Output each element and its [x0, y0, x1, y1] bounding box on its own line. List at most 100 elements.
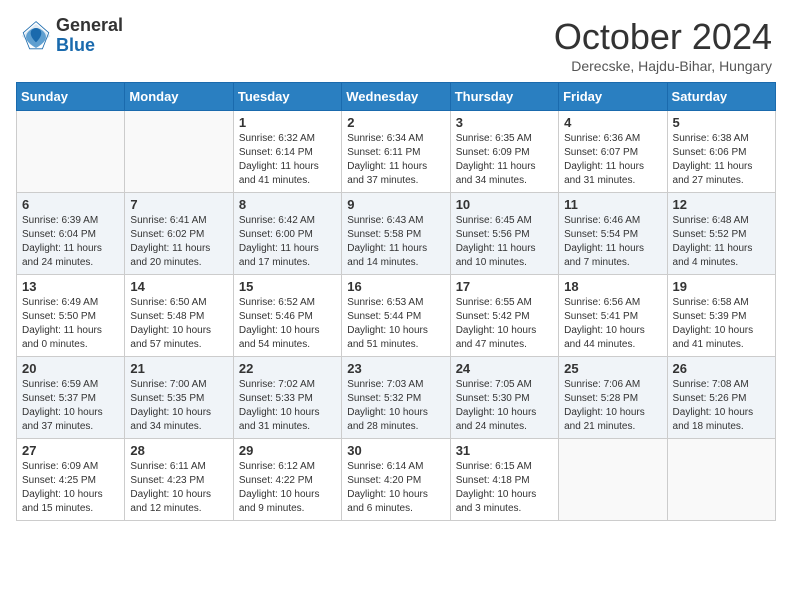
calendar-cell: 4 Sunrise: 6:36 AMSunset: 6:07 PMDaylight…: [559, 111, 667, 193]
calendar-cell: 16 Sunrise: 6:53 AMSunset: 5:44 PMDayligh…: [342, 275, 450, 357]
day-info: Sunrise: 6:59 AMSunset: 5:37 PMDaylight:…: [22, 378, 119, 434]
day-info: Sunrise: 6:36 AMSunset: 6:07 PMDaylight:…: [564, 132, 661, 188]
calendar-cell: 7 Sunrise: 6:41 AMSunset: 6:02 PMDaylight…: [125, 193, 233, 275]
day-info: Sunrise: 6:52 AMSunset: 5:46 PMDaylight:…: [239, 296, 336, 352]
day-number: 31: [456, 443, 553, 458]
day-info: Sunrise: 6:45 AMSunset: 5:56 PMDaylight:…: [456, 214, 553, 270]
day-number: 18: [564, 279, 661, 294]
calendar-cell: 20Sunrise: 6:59 AMSunset: 5:37 PMDayligh…: [17, 357, 125, 439]
day-info: Sunrise: 6:35 AMSunset: 6:09 PMDaylight:…: [456, 132, 553, 188]
day-info: Sunrise: 7:08 AMSunset: 5:26 PMDaylight:…: [673, 378, 770, 434]
location: Derecske, Hajdu-Bihar, Hungary: [554, 58, 772, 74]
weekday-header-tuesday: Tuesday: [233, 83, 341, 111]
day-number: 25: [564, 361, 661, 376]
day-number: 4: [564, 115, 661, 130]
day-info: Sunrise: 6:14 AMSunset: 4:20 PMDaylight:…: [347, 460, 444, 516]
weekday-header-wednesday: Wednesday: [342, 83, 450, 111]
logo-general: General: [56, 16, 123, 36]
calendar-cell: 22Sunrise: 7:02 AMSunset: 5:33 PMDayligh…: [233, 357, 341, 439]
day-info: Sunrise: 6:43 AMSunset: 5:58 PMDaylight:…: [347, 214, 444, 270]
day-number: 29: [239, 443, 336, 458]
day-number: 22: [239, 361, 336, 376]
day-info: Sunrise: 6:41 AMSunset: 6:02 PMDaylight:…: [130, 214, 227, 270]
calendar-cell: 19 Sunrise: 6:58 AMSunset: 5:39 PMDayligh…: [667, 275, 775, 357]
day-info: Sunrise: 6:09 AMSunset: 4:25 PMDaylight:…: [22, 460, 119, 516]
weekday-header-sunday: Sunday: [17, 83, 125, 111]
calendar-wrapper: SundayMondayTuesdayWednesdayThursdayFrid…: [0, 82, 792, 521]
weekday-header-saturday: Saturday: [667, 83, 775, 111]
page-header: General Blue October 2024 Derecske, Hajd…: [0, 0, 792, 82]
day-number: 26: [673, 361, 770, 376]
logo: General Blue: [20, 16, 123, 56]
day-info: Sunrise: 6:46 AMSunset: 5:54 PMDaylight:…: [564, 214, 661, 270]
calendar-cell: 5Sunrise: 6:38 AMSunset: 6:06 PMDaylight…: [667, 111, 775, 193]
day-info: Sunrise: 6:50 AMSunset: 5:48 PMDaylight:…: [130, 296, 227, 352]
calendar-cell: 30Sunrise: 6:14 AMSunset: 4:20 PMDayligh…: [342, 439, 450, 521]
day-number: 6: [22, 197, 119, 212]
day-number: 19: [673, 279, 770, 294]
day-number: 17: [456, 279, 553, 294]
week-row-1: 1Sunrise: 6:32 AMSunset: 6:14 PMDaylight…: [17, 111, 776, 193]
calendar-cell: 31 Sunrise: 6:15 AMSunset: 4:18 PMDayligh…: [450, 439, 558, 521]
calendar-cell: 23 Sunrise: 7:03 AMSunset: 5:32 PMDayligh…: [342, 357, 450, 439]
day-number: 8: [239, 197, 336, 212]
calendar-table: SundayMondayTuesdayWednesdayThursdayFrid…: [16, 82, 776, 521]
calendar-cell: 24 Sunrise: 7:05 AMSunset: 5:30 PMDayligh…: [450, 357, 558, 439]
calendar-cell: 29 Sunrise: 6:12 AMSunset: 4:22 PMDayligh…: [233, 439, 341, 521]
day-number: 2: [347, 115, 444, 130]
day-number: 7: [130, 197, 227, 212]
month-title: October 2024: [554, 16, 772, 58]
day-info: Sunrise: 6:58 AMSunset: 5:39 PMDaylight:…: [673, 296, 770, 352]
calendar-cell: 18 Sunrise: 6:56 AMSunset: 5:41 PMDayligh…: [559, 275, 667, 357]
calendar-cell: 27 Sunrise: 6:09 AMSunset: 4:25 PMDayligh…: [17, 439, 125, 521]
day-info: Sunrise: 6:56 AMSunset: 5:41 PMDaylight:…: [564, 296, 661, 352]
day-number: 15: [239, 279, 336, 294]
day-number: 1: [239, 115, 336, 130]
calendar-cell: 1Sunrise: 6:32 AMSunset: 6:14 PMDaylight…: [233, 111, 341, 193]
day-info: Sunrise: 6:49 AMSunset: 5:50 PMDaylight:…: [22, 296, 119, 352]
day-info: Sunrise: 6:12 AMSunset: 4:22 PMDaylight:…: [239, 460, 336, 516]
week-row-5: 27 Sunrise: 6:09 AMSunset: 4:25 PMDayligh…: [17, 439, 776, 521]
day-info: Sunrise: 6:34 AMSunset: 6:11 PMDaylight:…: [347, 132, 444, 188]
calendar-cell: 25 Sunrise: 7:06 AMSunset: 5:28 PMDayligh…: [559, 357, 667, 439]
calendar-cell: [17, 111, 125, 193]
day-info: Sunrise: 7:06 AMSunset: 5:28 PMDaylight:…: [564, 378, 661, 434]
day-info: Sunrise: 7:03 AMSunset: 5:32 PMDaylight:…: [347, 378, 444, 434]
calendar-cell: 11 Sunrise: 6:46 AMSunset: 5:54 PMDayligh…: [559, 193, 667, 275]
calendar-cell: 2 Sunrise: 6:34 AMSunset: 6:11 PMDaylight…: [342, 111, 450, 193]
day-number: 23: [347, 361, 444, 376]
day-number: 28: [130, 443, 227, 458]
day-number: 3: [456, 115, 553, 130]
day-info: Sunrise: 6:11 AMSunset: 4:23 PMDaylight:…: [130, 460, 227, 516]
calendar-cell: 12 Sunrise: 6:48 AMSunset: 5:52 PMDayligh…: [667, 193, 775, 275]
calendar-cell: 15 Sunrise: 6:52 AMSunset: 5:46 PMDayligh…: [233, 275, 341, 357]
day-number: 12: [673, 197, 770, 212]
day-info: Sunrise: 6:55 AMSunset: 5:42 PMDaylight:…: [456, 296, 553, 352]
day-number: 24: [456, 361, 553, 376]
calendar-cell: 26 Sunrise: 7:08 AMSunset: 5:26 PMDayligh…: [667, 357, 775, 439]
calendar-cell: [559, 439, 667, 521]
weekday-header-thursday: Thursday: [450, 83, 558, 111]
calendar-cell: [667, 439, 775, 521]
calendar-cell: 14 Sunrise: 6:50 AMSunset: 5:48 PMDayligh…: [125, 275, 233, 357]
logo-blue: Blue: [56, 36, 123, 56]
day-number: 27: [22, 443, 119, 458]
title-area: October 2024 Derecske, Hajdu-Bihar, Hung…: [554, 16, 772, 74]
day-info: Sunrise: 6:53 AMSunset: 5:44 PMDaylight:…: [347, 296, 444, 352]
calendar-cell: 10 Sunrise: 6:45 AMSunset: 5:56 PMDayligh…: [450, 193, 558, 275]
logo-icon: [20, 20, 52, 52]
day-info: Sunrise: 6:39 AMSunset: 6:04 PMDaylight:…: [22, 214, 119, 270]
day-info: Sunrise: 6:15 AMSunset: 4:18 PMDaylight:…: [456, 460, 553, 516]
day-number: 14: [130, 279, 227, 294]
calendar-cell: 13 Sunrise: 6:49 AMSunset: 5:50 PMDayligh…: [17, 275, 125, 357]
calendar-cell: [125, 111, 233, 193]
day-number: 13: [22, 279, 119, 294]
calendar-cell: 9Sunrise: 6:43 AMSunset: 5:58 PMDaylight…: [342, 193, 450, 275]
calendar-cell: 8 Sunrise: 6:42 AMSunset: 6:00 PMDaylight…: [233, 193, 341, 275]
day-info: Sunrise: 6:48 AMSunset: 5:52 PMDaylight:…: [673, 214, 770, 270]
day-number: 11: [564, 197, 661, 212]
day-number: 16: [347, 279, 444, 294]
day-info: Sunrise: 6:42 AMSunset: 6:00 PMDaylight:…: [239, 214, 336, 270]
day-info: Sunrise: 7:05 AMSunset: 5:30 PMDaylight:…: [456, 378, 553, 434]
day-number: 10: [456, 197, 553, 212]
